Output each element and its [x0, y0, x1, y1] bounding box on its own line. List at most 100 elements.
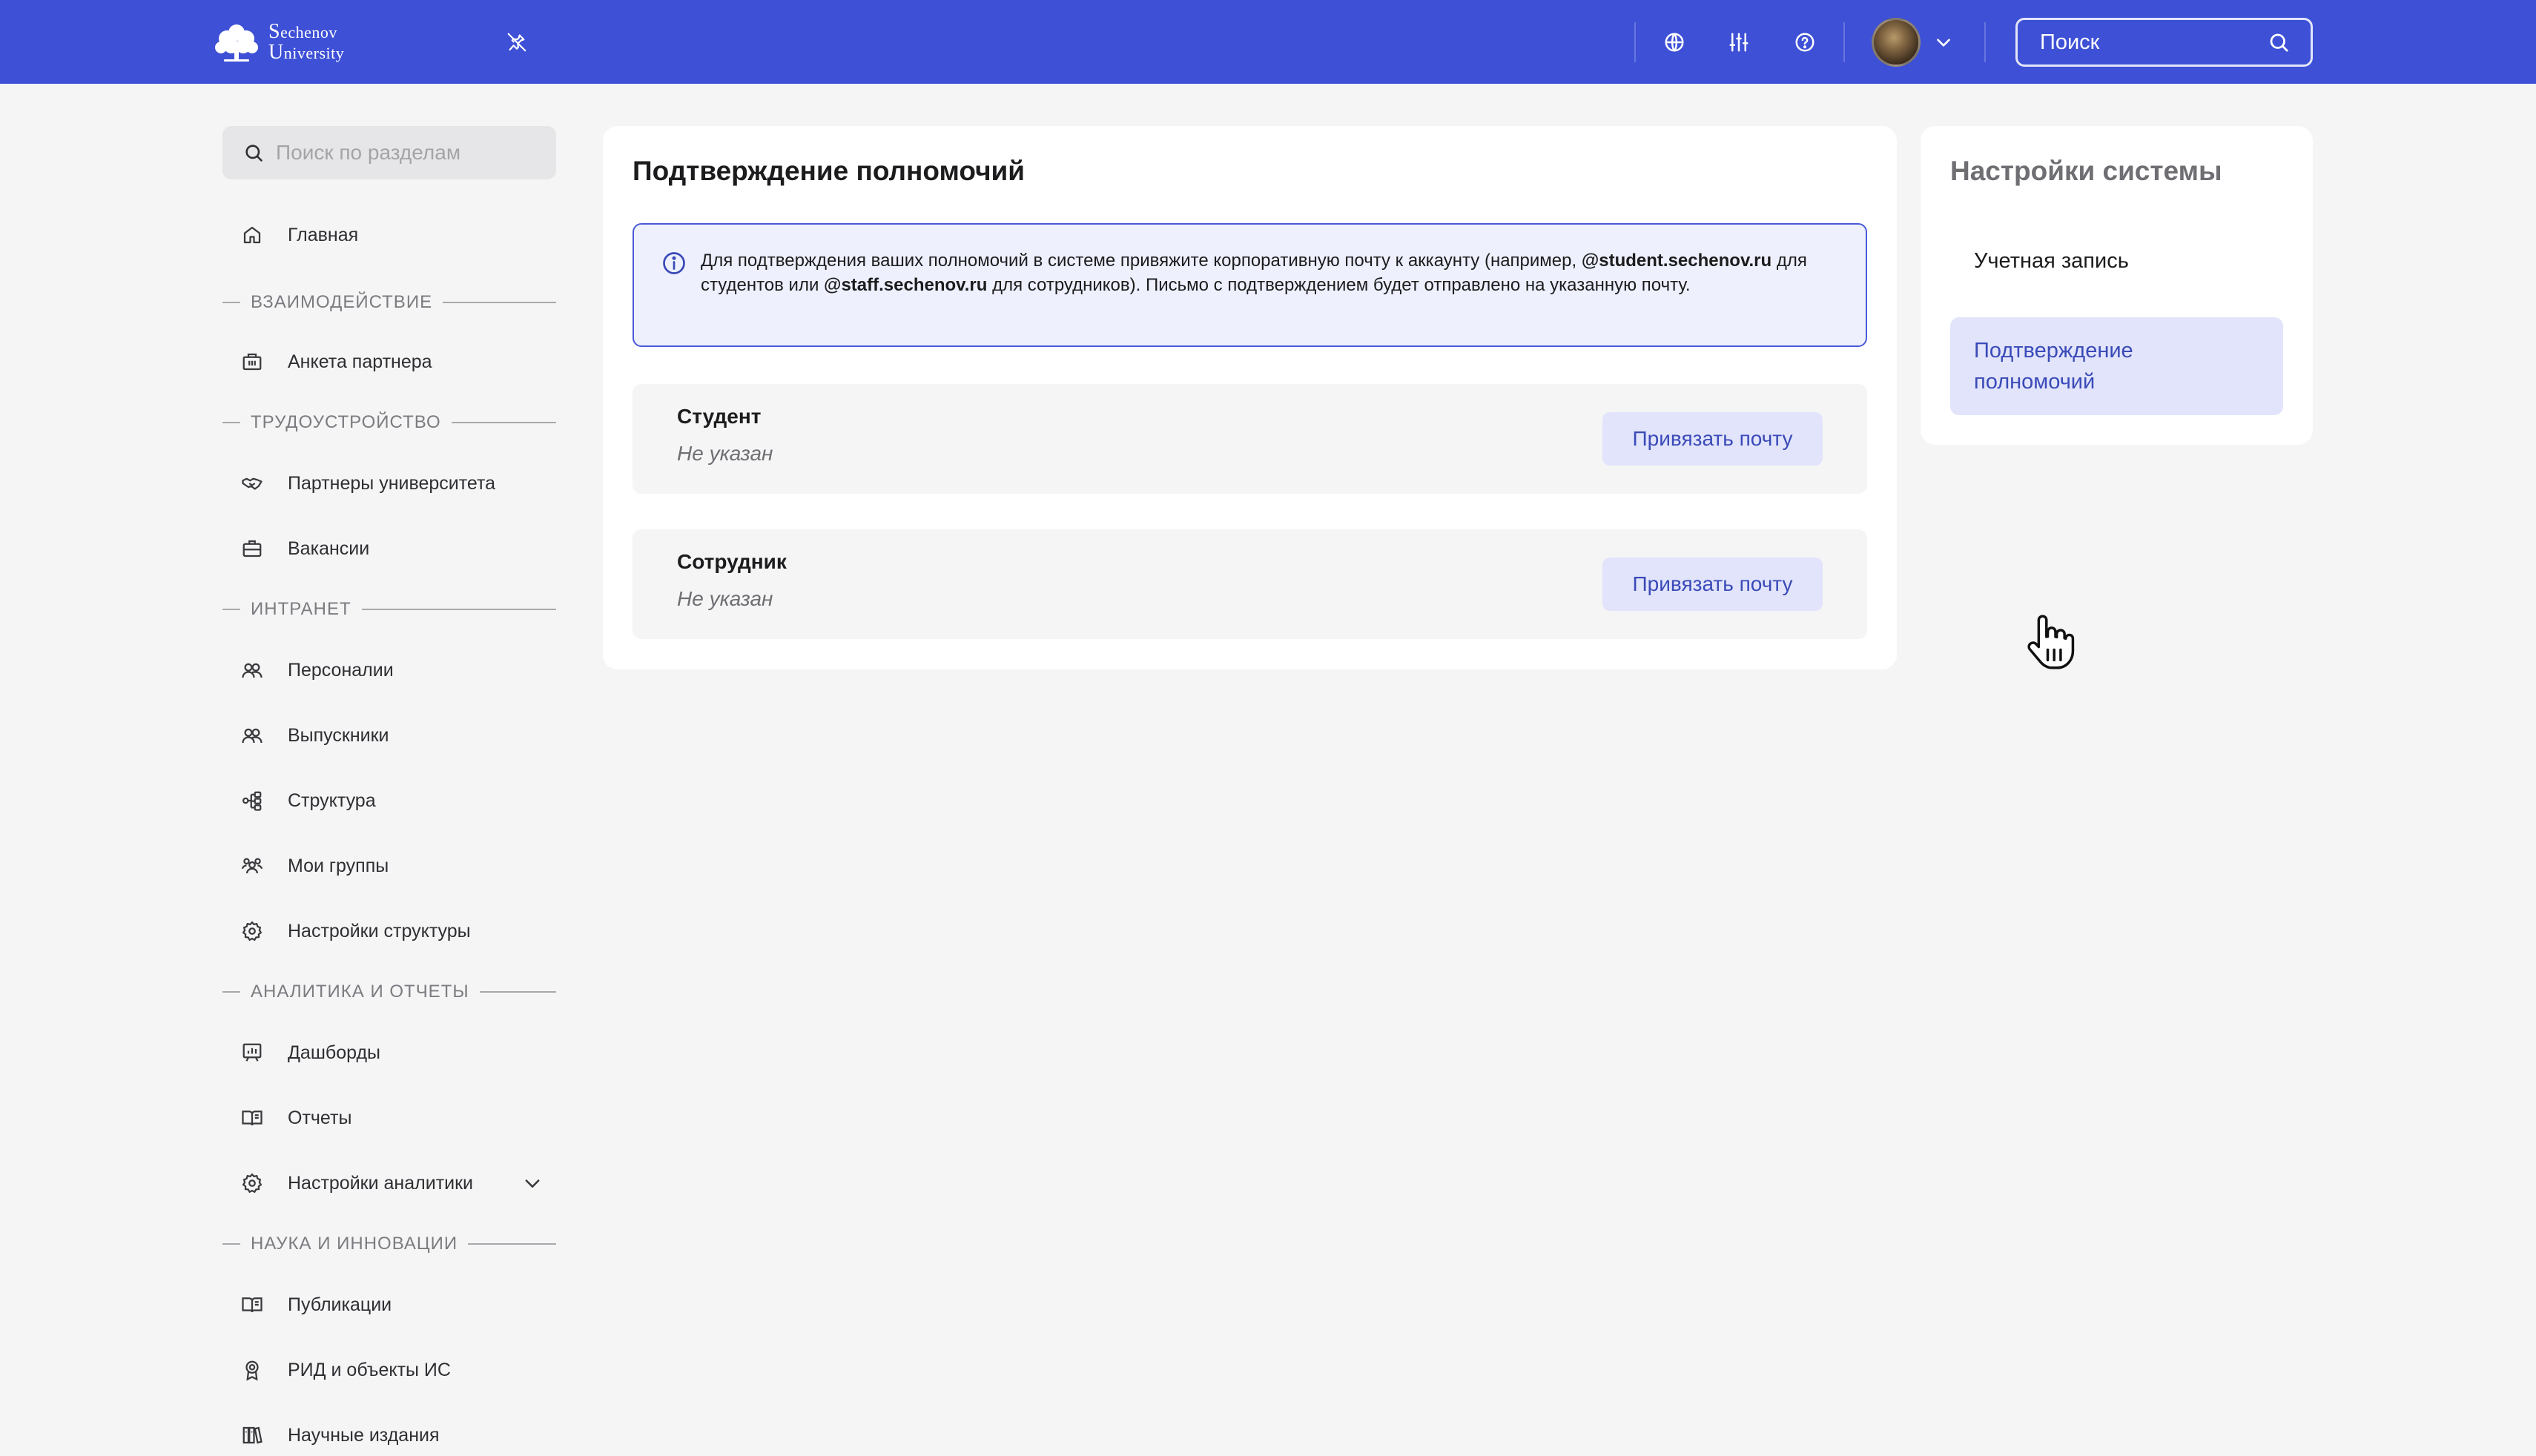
sidebar-item-label: Главная: [288, 224, 359, 245]
staff-domain: @staff.sechenov.ru: [824, 275, 988, 295]
student-domain: @student.sechenov.ru: [1581, 251, 1772, 271]
sidebar-search-input[interactable]: [276, 141, 543, 165]
help-button[interactable]: [1788, 25, 1822, 59]
sidebar-item-vacancies[interactable]: Вакансии: [239, 526, 550, 571]
chevron-down-icon: [1937, 39, 1950, 47]
bind-email-button-student[interactable]: Привязать почту: [1602, 412, 1823, 466]
search-icon: [245, 145, 262, 162]
sidebar-item-label: РИД и объекты ИС: [288, 1359, 451, 1380]
top-bar: Sechenov University: [0, 0, 2536, 84]
sidebar-item-label: Партнеры университета: [288, 472, 496, 494]
sidebar-item-publications[interactable]: Публикации: [239, 1283, 550, 1327]
role-row-student: Студент Не указан Привязать почту: [633, 384, 1867, 494]
toolbar-divider: [1984, 22, 1986, 62]
sidebar-item-home[interactable]: Главная: [239, 213, 550, 257]
filters-button[interactable]: [1722, 25, 1756, 59]
logo-line-1: Sechenov: [268, 20, 337, 43]
page-title: Подтверждение полномочий: [633, 156, 1026, 186]
sidebar-item-label: Анкета партнера: [288, 351, 432, 372]
sidebar-item-alumni[interactable]: Выпускники: [239, 713, 550, 758]
user-menu[interactable]: [1872, 18, 1953, 67]
section-title: ТРУДОУСТРОЙСТВО: [251, 412, 441, 432]
section-title: АНАЛИТИКА И ОТЧЕТЫ: [251, 982, 469, 1002]
settings-item-label: Подтверждение полномочий: [1974, 339, 2133, 394]
briefcase-icon: [239, 535, 265, 562]
section-title: ИНТРАНЕТ: [251, 599, 351, 619]
sidebar-item-structure-settings[interactable]: Настройки структуры: [239, 909, 550, 953]
settings-item-authority-confirmation[interactable]: Подтверждение полномочий: [1950, 317, 2283, 415]
section-header: НАУКА И ИННОВАЦИИ: [222, 1233, 556, 1255]
sidebar-item-dashboards[interactable]: Дашборды: [239, 1030, 550, 1075]
sidebar-item-label: Персоналии: [288, 659, 394, 681]
language-button[interactable]: [1657, 25, 1691, 59]
sidebar-item-structure[interactable]: Структура: [239, 778, 550, 823]
sidebar-item-label: Отчеты: [288, 1107, 352, 1128]
sidebar-item-label: Вакансии: [288, 537, 370, 559]
hand-cursor-icon: [2027, 615, 2075, 669]
sidebar-item-label: Выпускники: [288, 724, 389, 746]
sidebar-item-reports[interactable]: Отчеты: [239, 1096, 550, 1140]
sidebar-item-label: Дашборды: [288, 1042, 380, 1063]
sidebar-item-my-groups[interactable]: Мои группы: [239, 844, 550, 888]
structure-icon: [239, 787, 265, 814]
university-logo[interactable]: Sechenov University: [214, 22, 344, 62]
system-settings-panel: Настройки системы Учетная запись Подтвер…: [1921, 126, 2313, 445]
role-row-employee: Сотрудник Не указан Привязать почту: [633, 529, 1867, 639]
role-name: Студент: [677, 405, 762, 428]
people-icon: [239, 722, 265, 749]
section-header: ТРУДОУСТРОЙСТВО: [222, 411, 556, 434]
building-icon: [239, 348, 265, 375]
role-name: Сотрудник: [677, 550, 787, 573]
group-icon: [239, 853, 265, 879]
help-icon: [1795, 33, 1815, 52]
sidebar-item-label: Мои группы: [288, 855, 389, 876]
avatar[interactable]: [1872, 18, 1921, 67]
sidebar-item-analytics-settings[interactable]: Настройки аналитики: [239, 1161, 550, 1205]
sidebar-item-persons[interactable]: Персоналии: [239, 648, 550, 692]
chevron-down-icon[interactable]: [522, 1173, 543, 1194]
section-title: НАУКА И ИННОВАЦИИ: [251, 1234, 458, 1254]
sidebar-item-label: Структура: [288, 790, 376, 811]
people-icon: [239, 657, 265, 684]
sidebar-item-label: Настройки аналитики: [288, 1172, 474, 1194]
tree-logo-icon: [215, 24, 258, 62]
gear-icon: [239, 1170, 265, 1197]
info-icon: [663, 252, 685, 274]
section-header: ИНТРАНЕТ: [222, 598, 556, 621]
info-alert: Для подтверждения ваших полномочий в сис…: [633, 223, 1867, 347]
toolbar-divider: [1843, 22, 1845, 62]
dashboard-icon: [239, 1039, 265, 1066]
global-search[interactable]: [2015, 18, 2313, 67]
logo-text: Sechenov University: [268, 21, 344, 63]
role-email-value: Не указан: [677, 587, 773, 610]
info-text: Для подтверждения ваших полномочий в сис…: [701, 248, 1850, 297]
settings-item-account[interactable]: Учетная запись: [1950, 230, 2283, 292]
role-email-value: Не указан: [677, 442, 773, 465]
library-icon: [239, 1422, 265, 1449]
search-icon[interactable]: [2268, 31, 2290, 53]
sidebar-item-rid[interactable]: РИД и объекты ИС: [239, 1348, 550, 1392]
toolbar-divider: [1634, 22, 1636, 62]
home-icon: [239, 222, 265, 248]
global-search-input[interactable]: [2040, 30, 2262, 55]
book-icon: [239, 1291, 265, 1318]
sidebar-item-label: Публикации: [288, 1294, 392, 1315]
sidebar-item-partner-form[interactable]: Анкета партнера: [239, 340, 550, 384]
handshake-icon: [239, 470, 265, 497]
book-icon: [239, 1105, 265, 1131]
sidebar-search[interactable]: [222, 126, 556, 179]
gear-icon: [239, 918, 265, 944]
info-text-part-3: для сотрудников). Письмо с подтверждение…: [987, 275, 1691, 295]
sidebar-item-label: Настройки структуры: [288, 920, 471, 942]
sidebar-item-scientific-editions[interactable]: Научные издания: [239, 1413, 550, 1456]
authority-confirmation-card: Подтверждение полномочий Для подтвержден…: [603, 126, 1897, 669]
award-icon: [239, 1357, 265, 1383]
settings-panel-title: Настройки системы: [1950, 156, 2222, 186]
sidebar-item-university-partners[interactable]: Партнеры университета: [239, 461, 550, 506]
logo-line-2: University: [268, 41, 345, 64]
section-title: ВЗАИМОДЕЙСТВИЕ: [251, 292, 433, 312]
unpin-sidebar-button[interactable]: [501, 27, 532, 58]
globe-icon: [1665, 33, 1684, 52]
bind-email-button-employee[interactable]: Привязать почту: [1602, 557, 1823, 611]
section-header: ВЗАИМОДЕЙСТВИЕ: [222, 291, 556, 314]
